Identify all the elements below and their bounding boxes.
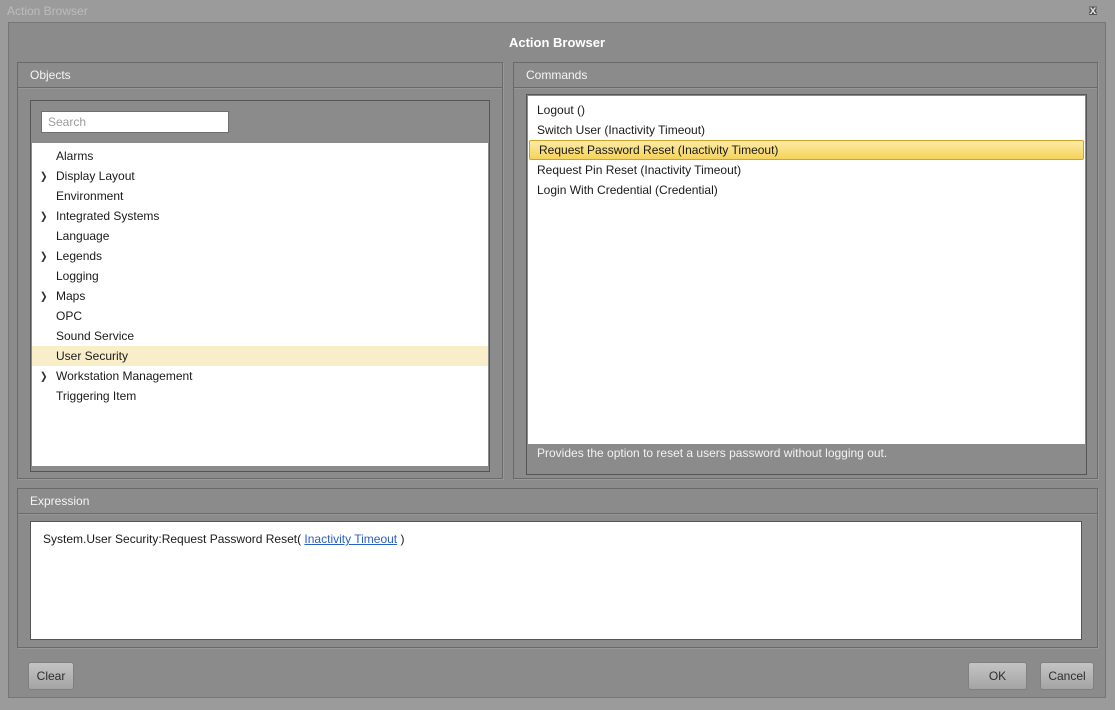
command-item-request-password-reset-inactivity-timeout[interactable]: Request Password Reset (Inactivity Timeo… [529, 140, 1084, 160]
cancel-button[interactable]: Cancel [1040, 662, 1094, 690]
action-browser-window: Action Browser x Action Browser Objects … [0, 0, 1115, 710]
tree-item-logging[interactable]: Logging [32, 266, 488, 286]
tree-item-opc[interactable]: OPC [32, 306, 488, 326]
tree-item-language[interactable]: Language [32, 226, 488, 246]
clear-button[interactable]: Clear [28, 662, 74, 690]
commands-list: Logout () Switch User (Inactivity Timeout… [528, 96, 1085, 444]
tree-item-sound-service[interactable]: Sound Service [32, 326, 488, 346]
tree-item-label: Display Layout [56, 169, 135, 183]
tree-item-display-layout[interactable]: ❯ Display Layout [32, 166, 488, 186]
command-item-logout[interactable]: Logout () [528, 100, 1085, 120]
dialog-heading: Action Browser [508, 35, 606, 50]
tree-item-label: Language [56, 229, 110, 243]
objects-groupbox: Objects Alarms❯Display LayoutEnvironment… [17, 62, 503, 479]
commands-group-label: Commands [514, 63, 1097, 88]
tree-item-user-security[interactable]: User Security [32, 346, 488, 366]
objects-tree: Alarms ❯ Display Layout Environment ❯ Integra… [32, 143, 488, 466]
expression-text-suffix: ) [397, 532, 405, 546]
expand-chevron-icon[interactable]: ❯ [40, 285, 56, 308]
dialog-surface: Action Browser Objects Alarms❯Display La… [8, 22, 1106, 698]
expand-chevron-icon[interactable]: ❯ [40, 245, 56, 268]
tree-item-triggering-item[interactable]: Triggering Item [32, 386, 488, 406]
tree-item-environment[interactable]: Environment [32, 186, 488, 206]
tree-item-alarms[interactable]: Alarms [32, 146, 488, 166]
tree-item-label: Legends [56, 249, 103, 263]
tree-item-label: Integrated Systems [56, 209, 160, 223]
window-title: Action Browser [7, 4, 88, 18]
commands-groupbox: Commands Logout () Switch User (Inactivit… [513, 62, 1098, 479]
tree-item-label: OPC [56, 309, 83, 323]
command-description: Provides the option to reset a users pas… [537, 446, 888, 460]
commands-inner-panel: Logout () Switch User (Inactivity Timeout… [526, 94, 1087, 475]
objects-group-label: Objects [18, 63, 502, 88]
ok-button[interactable]: OK [968, 662, 1027, 690]
tree-item-workstation-management[interactable]: ❯ Workstation Management [32, 366, 488, 386]
tree-item-legends[interactable]: ❯ Legends [32, 246, 488, 266]
command-item-login-with-credential-credential[interactable]: Login With Credential (Credential) [528, 180, 1085, 200]
close-icon[interactable]: x [1085, 2, 1101, 18]
tree-item-label: Sound Service [56, 329, 135, 343]
expand-chevron-icon[interactable]: ❯ [40, 165, 56, 188]
search-input[interactable] [41, 111, 229, 133]
expression-group-label: Expression [18, 489, 1097, 514]
expand-chevron-icon[interactable]: ❯ [40, 365, 56, 388]
tree-item-label: Alarms [56, 149, 94, 163]
tree-item-integrated-systems[interactable]: ❯ Integrated Systems [32, 206, 488, 226]
tree-item-maps[interactable]: ❯ Maps [32, 286, 488, 306]
command-item-request-pin-reset-inactivity-timeout[interactable]: Request Pin Reset (Inactivity Timeout) [528, 160, 1085, 180]
command-item-switch-user-inactivity-timeout[interactable]: Switch User (Inactivity Timeout) [528, 120, 1085, 140]
tree-item-label: Workstation Management [56, 369, 193, 383]
objects-inner-panel: Alarms❯Display LayoutEnvironment❯Integra… [30, 100, 490, 472]
tree-item-label: Logging [56, 269, 99, 283]
expression-argument-link[interactable]: Inactivity Timeout [304, 532, 397, 546]
tree-item-label: Triggering Item [56, 389, 137, 403]
tree-item-label: Maps [56, 289, 86, 303]
expression-groupbox: Expression System.User Security:Request … [17, 488, 1098, 648]
tree-item-label: User Security [56, 349, 129, 363]
expression-text-prefix: System.User Security:Request Password Re… [43, 532, 305, 546]
expand-chevron-icon[interactable]: ❯ [40, 205, 56, 228]
title-bar[interactable]: Action Browser x [0, 0, 1115, 22]
tree-item-label: Environment [56, 189, 124, 203]
expression-editor[interactable]: System.User Security:Request Password Re… [30, 521, 1082, 640]
